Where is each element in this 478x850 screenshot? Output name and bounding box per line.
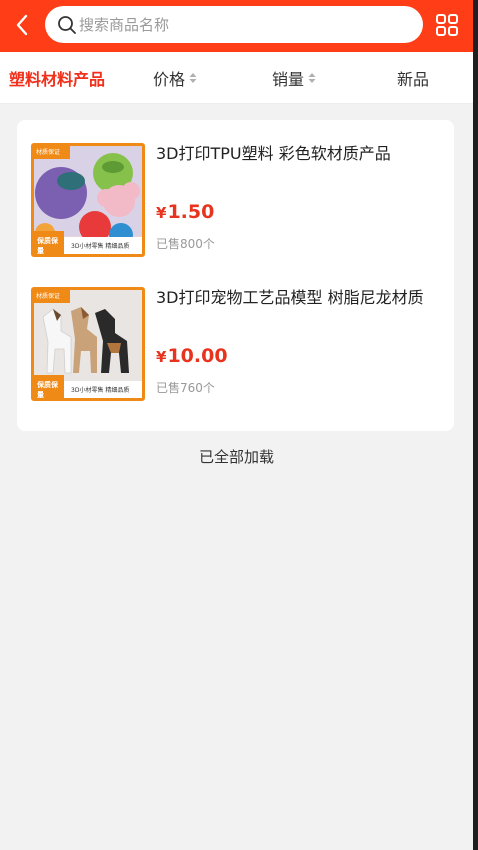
search-icon xyxy=(58,15,76,34)
filter-sales-label: 销量 xyxy=(272,69,305,89)
grid-view-icon xyxy=(436,14,458,36)
back-button[interactable] xyxy=(8,10,36,40)
grid-view-button[interactable] xyxy=(434,12,460,38)
product-list: 材质保证 保质保量 3D小材零售 精细品质 3D打印TPU塑料 彩色软材质产品 … xyxy=(17,120,454,431)
thumb-tag: 保质保量 xyxy=(37,237,58,255)
sold-count: 已售800个 xyxy=(156,237,215,251)
product-thumbnail[interactable]: 材质保证 保质保量 3D小材零售 精细品质 xyxy=(31,287,145,401)
screen-edge xyxy=(473,0,478,850)
filter-newest-label: 新品 xyxy=(397,69,430,89)
thumb-strip: 3D小材零售 精细品质 xyxy=(71,243,130,250)
currency-symbol: ¥ xyxy=(156,348,167,366)
thumb-badge: 材质保证 xyxy=(36,293,61,300)
product-item[interactable]: 材质保证 保质保量 3D小材零售 精细品质 3D打印TPU塑料 彩色软材质产品 … xyxy=(17,143,454,271)
price-value: 1.50 xyxy=(167,201,215,223)
filter-category[interactable]: 塑料材料产品 xyxy=(9,52,105,103)
product-price: ¥10.00 xyxy=(156,345,228,367)
filter-bar: 塑料材料产品 价格 销量 新品 xyxy=(0,52,473,104)
product-item[interactable]: 材质保证 保质保量 3D小材零售 精细品质 3D打印宠物工艺品模型 树脂尼龙材质… xyxy=(17,287,454,415)
top-bar xyxy=(0,0,473,52)
filter-category-label: 塑料材料产品 xyxy=(9,69,106,89)
search-box[interactable] xyxy=(45,6,423,43)
sort-arrows-icon xyxy=(308,72,316,83)
sort-arrows-icon xyxy=(189,72,197,83)
filter-newest[interactable]: 新品 xyxy=(397,52,429,103)
product-title[interactable]: 3D打印宠物工艺品模型 树脂尼龙材质 xyxy=(156,287,426,309)
product-title[interactable]: 3D打印TPU塑料 彩色软材质产品 xyxy=(156,143,426,165)
filter-price[interactable]: 价格 xyxy=(153,52,197,103)
search-input[interactable] xyxy=(79,15,409,34)
price-value: 10.00 xyxy=(167,345,228,367)
filter-price-label: 价格 xyxy=(153,69,186,89)
sold-count: 已售760个 xyxy=(156,381,215,395)
product-thumbnail[interactable]: 材质保证 保质保量 3D小材零售 精细品质 xyxy=(31,143,145,257)
all-loaded-text: 已全部加载 xyxy=(198,448,274,466)
currency-symbol: ¥ xyxy=(156,204,167,222)
thumb-tag: 保质保量 xyxy=(37,381,58,399)
product-price: ¥1.50 xyxy=(156,201,214,223)
filter-sales[interactable]: 销量 xyxy=(272,52,316,103)
thumb-badge: 材质保证 xyxy=(36,149,61,156)
chevron-left-icon xyxy=(16,14,28,36)
thumb-strip: 3D小材零售 精细品质 xyxy=(71,387,130,394)
